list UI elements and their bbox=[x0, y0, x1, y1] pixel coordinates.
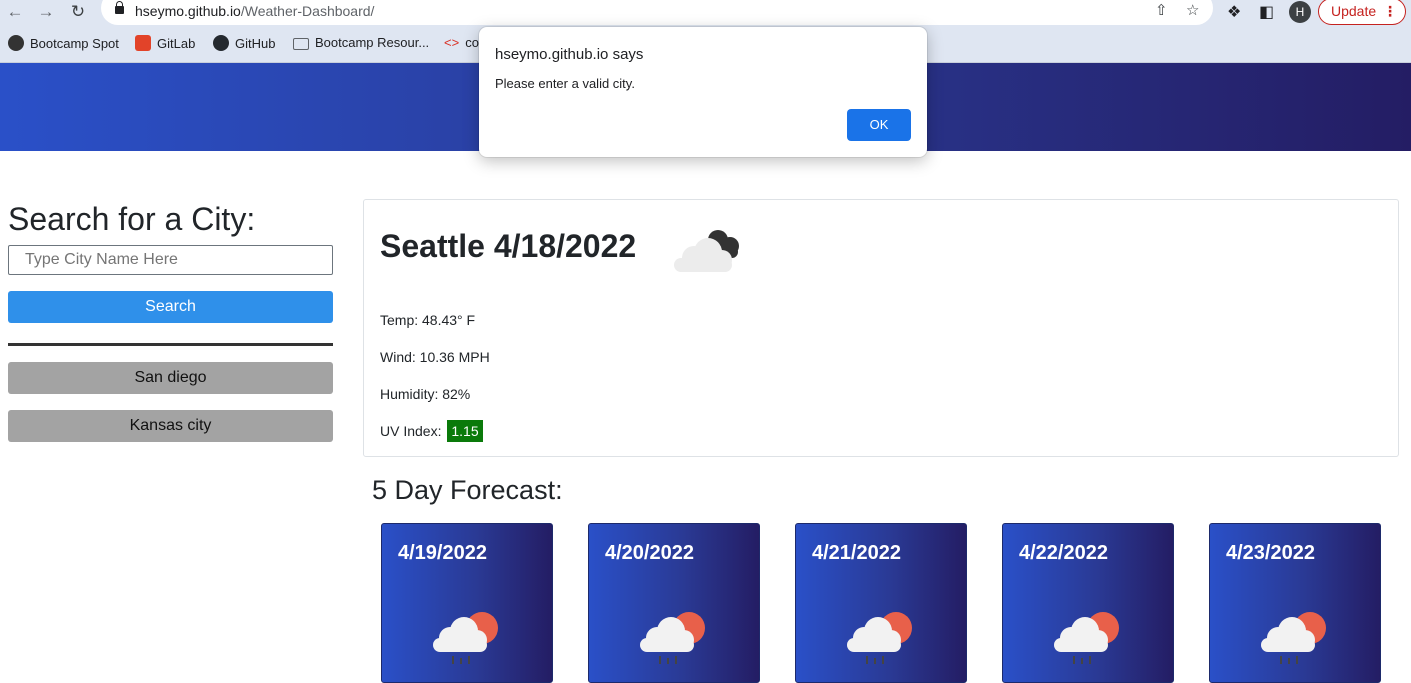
alert-dialog: hseymo.github.io says Please enter a val… bbox=[479, 27, 927, 157]
forecast-title: 5 Day Forecast: bbox=[372, 475, 563, 505]
forecast-card: 4/22/2022 bbox=[1002, 523, 1174, 683]
forecast-date: 4/23/2022 bbox=[1226, 542, 1315, 564]
uv-label: UV Index: bbox=[380, 423, 442, 439]
ok-button[interactable]: OK bbox=[847, 109, 911, 141]
forecast-card: 4/20/2022 bbox=[588, 523, 760, 683]
current-wind: Wind: 10.36 MPH bbox=[380, 349, 490, 365]
search-title: Search for a City: bbox=[8, 201, 256, 237]
forecast-date: 4/21/2022 bbox=[812, 542, 901, 564]
forecast-date: 4/20/2022 bbox=[605, 542, 694, 564]
code-icon: <> bbox=[444, 35, 460, 50]
url-host: hseymo.github.io bbox=[135, 3, 241, 19]
bootcamp-spot-icon bbox=[8, 35, 24, 51]
rain-sun-icon bbox=[640, 612, 705, 664]
extensions-icon[interactable]: ❖ bbox=[1227, 2, 1241, 22]
forecast-date: 4/19/2022 bbox=[398, 542, 487, 564]
divider bbox=[8, 343, 333, 346]
bookmark-label: Bootcamp Resour... bbox=[315, 35, 430, 50]
bookmark-bootcamp-spot[interactable]: Bootcamp Spot bbox=[8, 35, 119, 51]
bookmark-label: co bbox=[465, 35, 479, 50]
city-search-input[interactable] bbox=[8, 245, 333, 275]
folder-icon bbox=[293, 38, 309, 50]
forecast-card: 4/19/2022 bbox=[381, 523, 553, 683]
bookmark-gitlab[interactable]: GitLab bbox=[135, 35, 195, 51]
bookmark-label: GitLab bbox=[157, 36, 196, 51]
uv-index-badge: 1.15 bbox=[447, 420, 483, 442]
forecast-card: 4/21/2022 bbox=[795, 523, 967, 683]
search-button[interactable]: Search bbox=[8, 291, 333, 323]
rain-sun-icon bbox=[433, 612, 498, 664]
dialog-title: hseymo.github.io says bbox=[495, 46, 644, 63]
github-icon bbox=[213, 35, 229, 51]
reload-icon[interactable]: ↻ bbox=[68, 2, 88, 22]
current-weather-card: Seattle 4/18/2022 Temp: 48.43° F Wind: 1… bbox=[363, 199, 1399, 457]
back-arrow-icon[interactable]: ← bbox=[5, 2, 25, 22]
lock-icon bbox=[115, 1, 124, 14]
menu-dots-icon[interactable]: ⋮ bbox=[1383, 0, 1397, 23]
current-city-heading: Seattle 4/18/2022 bbox=[380, 228, 637, 264]
bookmark-bootcamp-resources[interactable]: Bootcamp Resour... bbox=[293, 35, 429, 50]
rain-sun-icon bbox=[847, 612, 912, 664]
current-uv: UV Index: 1.15 bbox=[380, 420, 483, 442]
cloudy-icon bbox=[674, 230, 739, 272]
bookmark-co[interactable]: <> co bbox=[444, 35, 479, 50]
history-city-button[interactable]: Kansas city bbox=[8, 410, 333, 442]
forecast-date: 4/22/2022 bbox=[1019, 542, 1108, 564]
avatar[interactable]: H bbox=[1289, 1, 1311, 23]
url-text[interactable]: hseymo.github.io/Weather-Dashboard/ bbox=[135, 3, 374, 19]
bookmark-label: Bootcamp Spot bbox=[30, 36, 119, 51]
dialog-message: Please enter a valid city. bbox=[495, 76, 635, 91]
search-sidebar: Search for a City: Search San diego Kans… bbox=[8, 200, 333, 442]
address-bar[interactable]: hseymo.github.io/Weather-Dashboard/ ⇧ ☆ bbox=[101, 0, 1213, 25]
history-city-button[interactable]: San diego bbox=[8, 362, 333, 394]
forward-arrow-icon[interactable]: → bbox=[36, 2, 56, 22]
bookmark-label: GitHub bbox=[235, 36, 276, 51]
update-button[interactable]: Update ⋮ bbox=[1318, 0, 1406, 25]
bookmark-github[interactable]: GitHub bbox=[213, 35, 275, 51]
current-humidity: Humidity: 82% bbox=[380, 386, 471, 402]
star-icon[interactable]: ☆ bbox=[1186, 1, 1199, 19]
gitlab-icon bbox=[135, 35, 151, 51]
update-label: Update bbox=[1331, 3, 1377, 19]
current-temp: Temp: 48.43° F bbox=[380, 312, 476, 328]
share-icon[interactable]: ⇧ bbox=[1155, 1, 1168, 19]
forecast-card: 4/23/2022 bbox=[1209, 523, 1381, 683]
url-path: /Weather-Dashboard/ bbox=[240, 3, 375, 19]
rain-sun-icon bbox=[1261, 612, 1326, 664]
rain-sun-icon bbox=[1054, 612, 1119, 664]
browser-toolbar: ← → ↻ hseymo.github.io/Weather-Dashboard… bbox=[0, 0, 1411, 25]
side-panel-icon[interactable]: ◧ bbox=[1259, 2, 1274, 22]
